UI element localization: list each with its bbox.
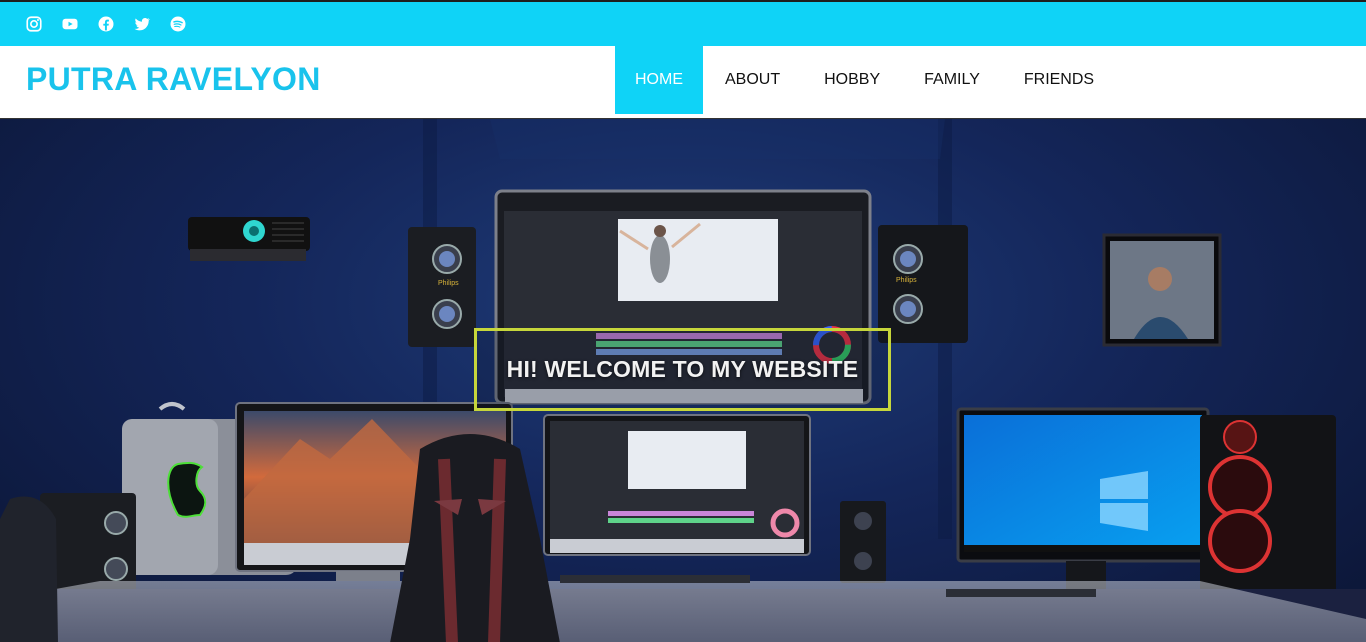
spotify-icon[interactable] bbox=[168, 15, 187, 34]
speaker-right-top: Philips bbox=[878, 225, 968, 343]
monitor-center bbox=[543, 414, 811, 556]
facebook-icon[interactable] bbox=[96, 15, 115, 34]
navbar: PUTRA RAVELYON HOME ABOUT HOBBY FAMILY F… bbox=[0, 46, 1366, 118]
twitter-icon[interactable] bbox=[132, 15, 151, 34]
projector bbox=[188, 217, 310, 261]
welcome-banner: HI! WELCOME TO MY WEBSITE bbox=[474, 328, 891, 411]
nav-item-home[interactable]: HOME bbox=[615, 46, 703, 114]
speaker-brand-label: Philips bbox=[896, 277, 917, 284]
main-menu: HOME ABOUT HOBBY FAMILY FRIENDS bbox=[615, 46, 1116, 114]
nav-item-hobby[interactable]: HOBBY bbox=[802, 46, 902, 114]
site-brand[interactable]: PUTRA RAVELYON bbox=[26, 61, 321, 98]
hero-section: Philips Philips HI! WELCOME TO MY WEBSIT… bbox=[0, 118, 1366, 642]
nav-item-about[interactable]: ABOUT bbox=[703, 46, 802, 114]
speaker-brand-label: Philips bbox=[438, 280, 459, 287]
instagram-icon[interactable] bbox=[24, 15, 43, 34]
monitor-right bbox=[956, 407, 1210, 601]
youtube-icon[interactable] bbox=[60, 15, 79, 34]
speaker-center-right bbox=[840, 501, 886, 583]
nav-item-family[interactable]: FAMILY bbox=[902, 46, 1002, 114]
wall-portrait bbox=[1102, 233, 1222, 347]
social-bar bbox=[0, 0, 1366, 46]
nav-item-friends[interactable]: FRIENDS bbox=[1002, 46, 1116, 114]
welcome-text: HI! WELCOME TO MY WEBSITE bbox=[506, 356, 859, 382]
speaker-left-top: Philips bbox=[408, 227, 476, 347]
